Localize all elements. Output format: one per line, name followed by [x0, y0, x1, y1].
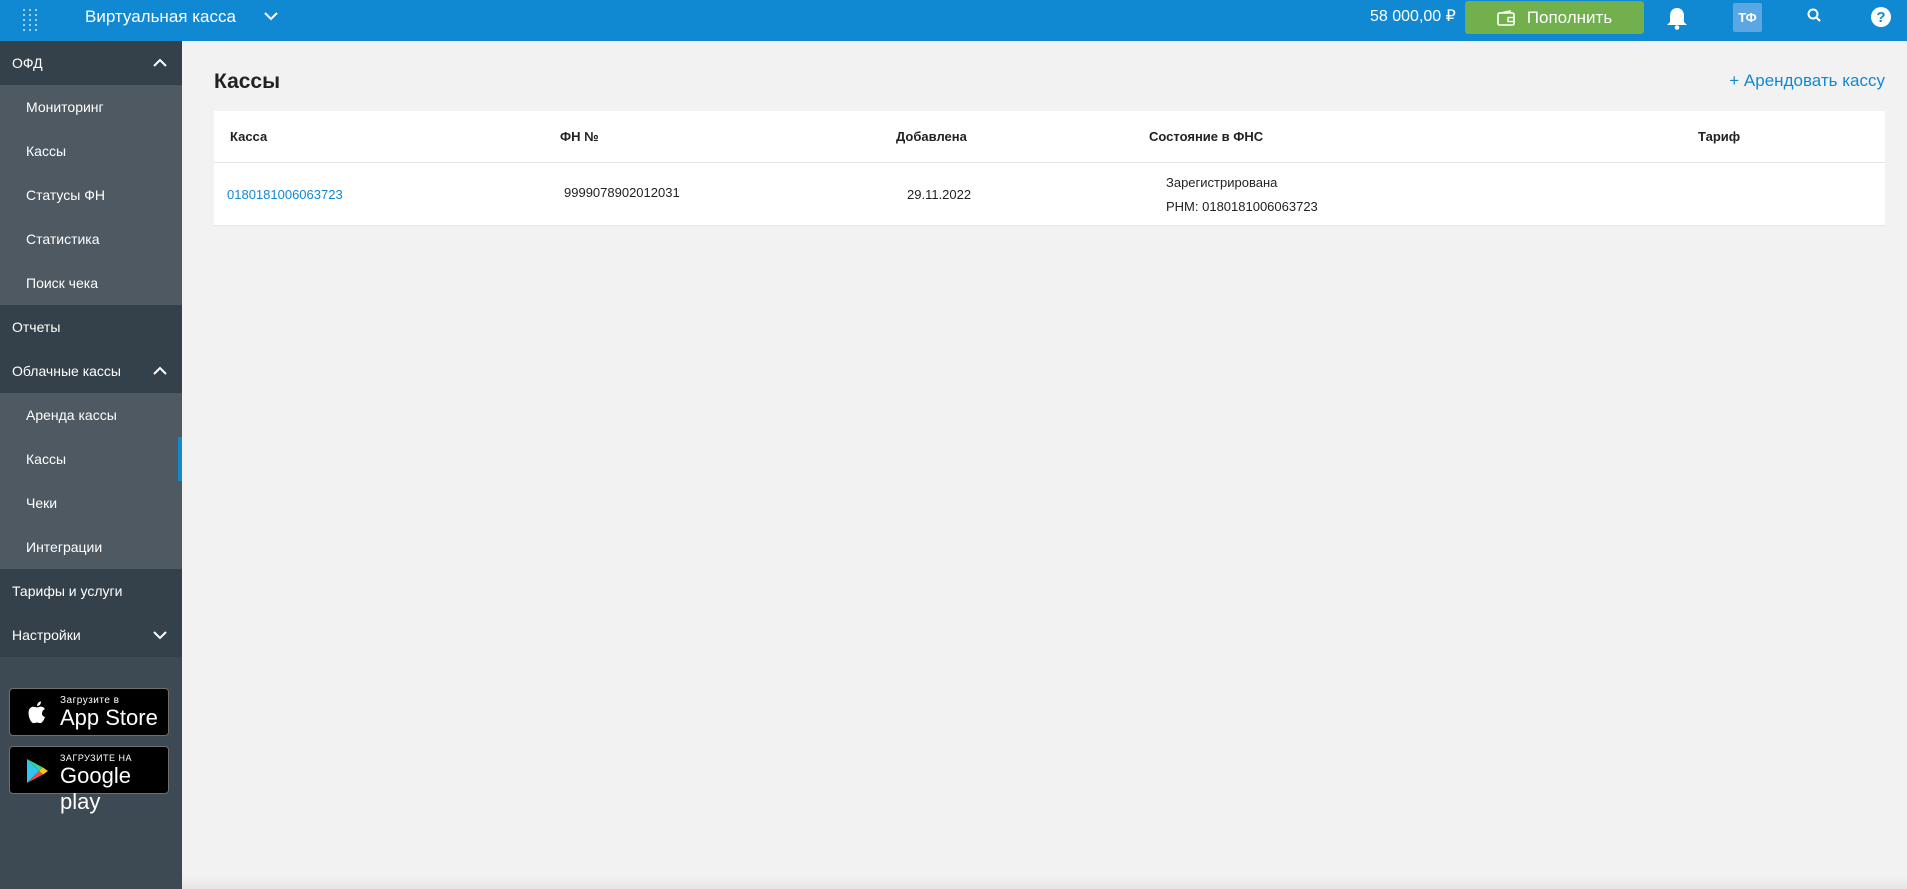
sidebar: ОФД Мониторинг Кассы Статусы ФН Статисти…: [0, 41, 182, 889]
sidebar-item-label: Статусы ФН: [26, 187, 105, 203]
bell-icon[interactable]: [1664, 5, 1690, 31]
sidebar-group-label: Настройки: [12, 627, 81, 643]
column-header[interactable]: Состояние в ФНС: [1149, 129, 1263, 144]
sidebar-item-monitoring[interactable]: Мониторинг: [0, 85, 182, 129]
sidebar-group-reports[interactable]: Отчеты: [0, 305, 182, 349]
bottom-edge: [182, 875, 1907, 889]
main-content: Кассы + Арендовать кассу Касса ФН № Доба…: [182, 41, 1907, 889]
page-title: Кассы: [214, 70, 281, 93]
sidebar-item-receipt-search[interactable]: Поиск чека: [0, 261, 182, 305]
google-play-small: ЗАГРУЗИТЕ НА: [60, 753, 133, 763]
chevron-down-icon[interactable]: [263, 8, 279, 24]
app-title[interactable]: Виртуальная касса: [85, 8, 236, 26]
table-row[interactable]: 0180181006063723 9999078902012031 29.11.…: [214, 163, 1885, 226]
sidebar-item-fn-statuses[interactable]: Статусы ФН: [0, 173, 182, 217]
fn-number: 9999078902012031: [564, 185, 680, 200]
sidebar-item-kassy-cloud[interactable]: Кассы: [0, 437, 182, 481]
sidebar-item-label: Кассы: [26, 143, 67, 159]
sidebar-item-kassy-ofd[interactable]: Кассы: [0, 129, 182, 173]
sidebar-group-ofd[interactable]: ОФД: [0, 41, 182, 85]
sidebar-item-label: Кассы: [26, 451, 67, 467]
app-store-button[interactable]: Загрузите в App Store: [9, 688, 169, 736]
sidebar-item-label: Чеки: [26, 495, 58, 511]
balance: 58 000,00 ₽: [1370, 8, 1456, 25]
sidebar-group-settings[interactable]: Настройки: [0, 613, 182, 657]
status-rnm: РНМ: 0180181006063723: [1166, 199, 1318, 214]
sidebar-group-label: Отчеты: [12, 319, 61, 335]
sidebar-item-receipts[interactable]: Чеки: [0, 481, 182, 525]
sidebar-group-tariffs[interactable]: Тарифы и услуги: [0, 569, 182, 613]
sidebar-group-label: Тарифы и услуги: [12, 583, 123, 599]
sidebar-group-label: ОФД: [12, 55, 43, 71]
chevron-down-icon: [153, 631, 167, 640]
added-date: 29.11.2022: [907, 187, 972, 202]
sidebar-item-label: Статистика: [26, 231, 100, 247]
chevron-up-icon: [153, 58, 167, 67]
sidebar-item-label: Интеграции: [26, 539, 103, 555]
avatar[interactable]: ТФ: [1733, 3, 1762, 32]
search-icon[interactable]: [1805, 6, 1825, 26]
apple-icon: [28, 701, 45, 724]
sidebar-item-rent-kassa[interactable]: Аренда кассы: [0, 393, 182, 437]
kassa-link[interactable]: 0180181006063723: [227, 187, 343, 202]
topup-button[interactable]: Пополнить: [1465, 1, 1644, 34]
column-header[interactable]: Добавлена: [896, 129, 967, 144]
google-play-button[interactable]: ЗАГРУЗИТЕ НА Google play: [9, 746, 169, 814]
wallet-icon: [1496, 9, 1515, 26]
google-play-icon: [27, 759, 48, 783]
chevron-up-icon: [153, 366, 167, 375]
sidebar-item-statistics[interactable]: Статистика: [0, 217, 182, 261]
top-bar: Виртуальная касса 58 000,00 ₽ Пополнить …: [0, 0, 1907, 41]
sidebar-group-label: Облачные кассы: [12, 363, 121, 379]
sidebar-item-label: Аренда кассы: [26, 407, 117, 423]
app-grid-icon[interactable]: [20, 6, 40, 34]
sidebar-item-label: Поиск чека: [26, 275, 98, 291]
status-registered: Зарегистрирована: [1166, 175, 1278, 190]
topup-label: Пополнить: [1526, 7, 1613, 27]
column-header[interactable]: ФН №: [560, 129, 599, 144]
column-header[interactable]: Касса: [230, 129, 267, 144]
help-icon[interactable]: ?: [1871, 7, 1891, 27]
column-header[interactable]: Тариф: [1698, 129, 1740, 144]
sidebar-group-cloud-kassy[interactable]: Облачные кассы: [0, 349, 182, 393]
sidebar-item-integrations[interactable]: Интеграции: [0, 525, 182, 569]
rent-kassa-link[interactable]: + Арендовать кассу: [1729, 71, 1885, 91]
kassy-table: Касса ФН № Добавлена Состояние в ФНС Тар…: [214, 111, 1885, 226]
table-header: Касса ФН № Добавлена Состояние в ФНС Тар…: [214, 111, 1885, 163]
app-store-big: App Store: [60, 705, 158, 730]
sidebar-item-label: Мониторинг: [26, 99, 104, 115]
google-play-big: Google play: [60, 763, 131, 814]
